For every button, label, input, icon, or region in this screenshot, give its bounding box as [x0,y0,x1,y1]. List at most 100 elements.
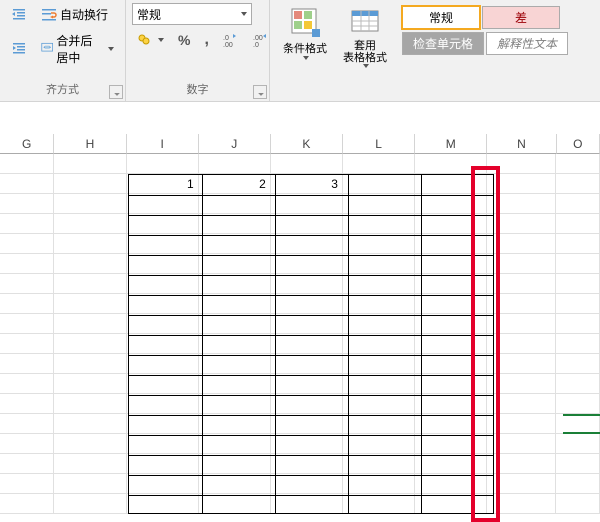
cell[interactable] [415,374,487,394]
cell[interactable] [556,334,600,354]
cell[interactable] [556,194,600,214]
cell[interactable] [343,334,415,354]
cell[interactable] [487,314,556,334]
cell[interactable] [415,294,487,314]
cell[interactable] [54,294,126,314]
cell[interactable] [271,154,343,174]
cell[interactable] [199,434,271,454]
cell[interactable] [127,474,199,494]
cell[interactable] [556,234,600,254]
number-format-select[interactable]: 常规 [132,3,252,25]
cell[interactable] [415,494,487,514]
cell[interactable] [343,494,415,514]
column-header-K[interactable]: K [271,134,343,154]
cell[interactable] [0,354,54,374]
cell[interactable] [271,234,343,254]
cell[interactable] [271,294,343,314]
cell[interactable] [127,254,199,274]
cell[interactable] [556,314,600,334]
cell[interactable] [0,234,54,254]
cell[interactable] [415,214,487,234]
cell[interactable] [556,294,600,314]
column-header-N[interactable]: N [487,134,556,154]
cell[interactable] [54,494,126,514]
number-dialog-launcher[interactable] [253,85,267,99]
cell[interactable] [487,374,556,394]
cell[interactable] [127,494,199,514]
cell[interactable] [343,374,415,394]
cell[interactable] [271,214,343,234]
alignment-dialog-launcher[interactable] [109,85,123,99]
cell[interactable] [199,414,271,434]
cell[interactable] [487,254,556,274]
cell[interactable] [343,414,415,434]
cell[interactable] [343,354,415,374]
cell[interactable]: 3 [271,174,343,194]
conditional-formatting-button[interactable]: 条件格式 [276,3,334,71]
cell[interactable] [271,314,343,334]
cell[interactable] [54,474,126,494]
cell[interactable] [0,194,54,214]
cell[interactable] [415,314,487,334]
cell[interactable] [415,274,487,294]
column-header-O[interactable]: O [557,134,600,154]
cell[interactable] [0,274,54,294]
cell[interactable] [343,274,415,294]
cell[interactable] [271,194,343,214]
cell[interactable] [199,194,271,214]
cell[interactable] [199,394,271,414]
cell[interactable] [415,354,487,374]
cell[interactable]: 1 [127,174,199,194]
cell[interactable] [0,374,54,394]
cell[interactable] [556,394,600,414]
cell[interactable] [271,254,343,274]
cell[interactable] [556,474,600,494]
cell[interactable] [556,414,600,434]
cell[interactable] [127,354,199,374]
style-bad[interactable]: 差 [482,6,560,29]
cell[interactable] [343,294,415,314]
cell[interactable] [487,154,556,174]
merge-center-button[interactable]: 合并后居中 [36,29,119,69]
cell[interactable] [0,494,54,514]
cell[interactable] [199,274,271,294]
cell[interactable] [54,154,126,174]
column-header-H[interactable]: H [54,134,126,154]
cell[interactable] [271,394,343,414]
accounting-format-button[interactable] [132,29,169,51]
cell[interactable] [54,314,126,334]
cell[interactable] [0,214,54,234]
cell[interactable] [127,434,199,454]
cell[interactable] [487,294,556,314]
cell[interactable] [343,474,415,494]
cell[interactable] [54,374,126,394]
cell[interactable] [343,394,415,414]
cell[interactable] [343,314,415,334]
cell[interactable] [343,234,415,254]
column-header-J[interactable]: J [199,134,271,154]
cell[interactable] [127,394,199,414]
cell[interactable] [54,454,126,474]
cell[interactable] [556,274,600,294]
cell[interactable] [127,214,199,234]
cell[interactable] [487,274,556,294]
cell[interactable] [487,214,556,234]
cell[interactable] [343,214,415,234]
cell[interactable] [271,434,343,454]
cell[interactable] [487,454,556,474]
cell[interactable] [54,234,126,254]
cell[interactable] [0,474,54,494]
cell[interactable] [487,194,556,214]
cell[interactable] [271,454,343,474]
cell[interactable] [556,254,600,274]
cell[interactable] [0,254,54,274]
cell[interactable] [54,254,126,274]
cell[interactable] [271,374,343,394]
cell[interactable] [127,294,199,314]
cell[interactable] [0,434,54,454]
cell[interactable] [0,154,54,174]
cell[interactable] [415,334,487,354]
cell[interactable] [127,234,199,254]
cell[interactable] [556,154,600,174]
cell[interactable] [0,334,54,354]
